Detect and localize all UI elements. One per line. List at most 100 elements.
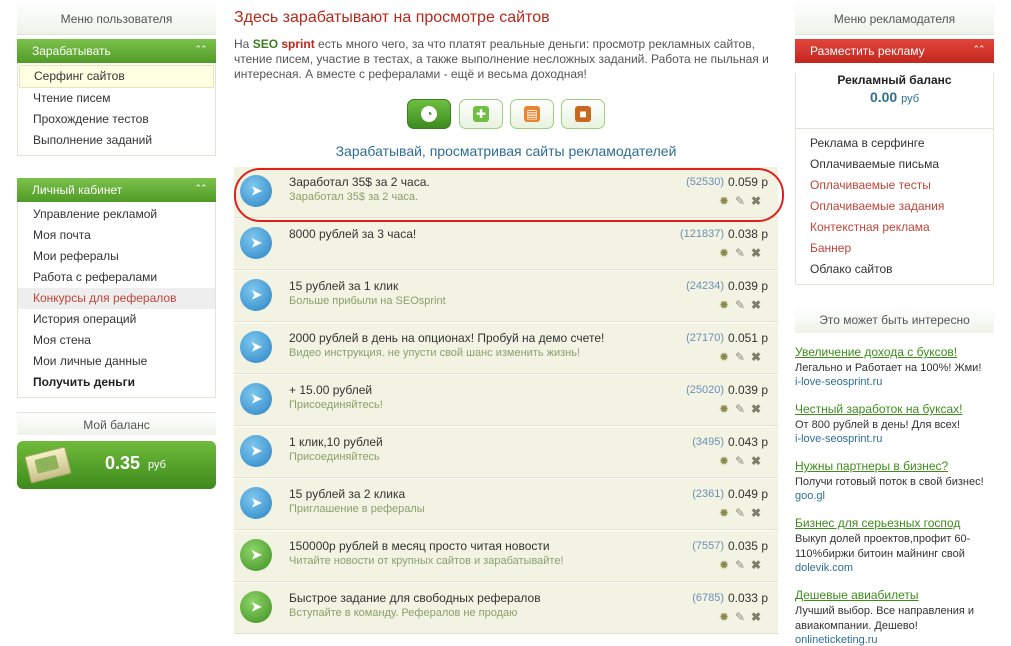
ad-title[interactable]: 8000 рублей за 3 часа!	[289, 227, 416, 241]
collapse-chevron-icon[interactable]: ⌃⌃	[190, 42, 210, 56]
ad-title[interactable]: 15 рублей за 2 клика	[289, 487, 405, 501]
open-site-button[interactable]: ➤	[240, 383, 272, 415]
open-site-button[interactable]: ➤	[240, 279, 272, 311]
gear-icon[interactable]: ✹	[717, 558, 731, 572]
open-site-button[interactable]: ➤	[240, 487, 272, 519]
teaser-url[interactable]: dolevik.com	[795, 562, 994, 574]
ad-price: 0.033 р	[727, 591, 768, 605]
balance-panel[interactable]: 0.35 руб	[17, 441, 216, 489]
menu-item-my-wall[interactable]: Моя стена	[18, 330, 215, 351]
open-site-button[interactable]: ➤	[240, 591, 272, 623]
ad-title[interactable]: 2000 рублей в день на опционах! Пробуй н…	[289, 331, 604, 345]
collapse-chevron-icon[interactable]: ⌃⌃	[190, 181, 210, 195]
menu-item-referral-work[interactable]: Работа с рефералами	[18, 267, 215, 288]
pin-icon[interactable]: ✎	[733, 454, 747, 468]
ad-row: ➤ + 15.00 рублей Присоединяйтесь! (25020) 0.…	[234, 375, 778, 426]
earn-menu-header[interactable]: Зарабатывать ⌃⌃	[17, 39, 216, 63]
ad-title[interactable]: 150000р рублей в месяц просто читая ново…	[289, 539, 550, 553]
pin-icon[interactable]: ✎	[733, 558, 747, 572]
teaser-link[interactable]: Честный заработок на буксах!	[795, 402, 994, 416]
menu-item-context-ads[interactable]: Контекстная реклама	[796, 217, 993, 238]
open-site-button[interactable]: ➤	[240, 331, 272, 363]
ad-title[interactable]: 1 клик,10 рублей	[289, 435, 383, 449]
teaser-url[interactable]: goo.gl	[795, 490, 994, 502]
menu-item-site-cloud[interactable]: Облако сайтов	[796, 259, 993, 280]
menu-item-operation-history[interactable]: История операций	[18, 309, 215, 330]
close-icon[interactable]: ✖	[749, 402, 763, 416]
page-title: Здесь зарабатывают на просмотре сайтов	[234, 9, 550, 26]
ad-price: 0.038 р	[727, 227, 768, 241]
teaser-url[interactable]: i-love-seosprint.ru	[795, 376, 994, 388]
close-icon[interactable]: ✖	[749, 610, 763, 624]
gear-icon[interactable]: ✹	[717, 298, 731, 312]
menu-item-paid-mail[interactable]: Оплачиваемые письма	[796, 154, 993, 175]
menu-item-referral-contests[interactable]: Конкурсы для рефералов	[18, 288, 215, 309]
menu-item-tests[interactable]: Прохождение тестов	[18, 109, 215, 130]
earn-menu-label: Зарабатывать	[32, 44, 111, 58]
teaser-url[interactable]: i-love-seosprint.ru	[795, 433, 994, 445]
close-icon[interactable]: ✖	[749, 298, 763, 312]
gear-icon[interactable]: ✹	[717, 506, 731, 520]
teaser-link[interactable]: Дешевые авиабилеты	[795, 588, 994, 602]
menu-item-tasks[interactable]: Выполнение заданий	[18, 130, 215, 151]
category-tests-button[interactable]: ▤	[510, 99, 554, 129]
ad-description: Читайте новости от крупных сайтов и зара…	[289, 555, 564, 567]
menu-item-read-mail[interactable]: Чтение писем	[18, 88, 215, 109]
close-icon[interactable]: ✖	[749, 506, 763, 520]
menu-item-my-referrals[interactable]: Мои рефералы	[18, 246, 215, 267]
category-tasks-button[interactable]: ■	[561, 99, 605, 129]
ad-price: 0.039 р	[727, 383, 768, 397]
menu-item-surfing[interactable]: Серфинг сайтов	[19, 65, 214, 88]
ad-title[interactable]: + 15.00 рублей	[289, 383, 372, 397]
gear-icon[interactable]: ✹	[717, 246, 731, 260]
close-icon[interactable]: ✖	[749, 454, 763, 468]
pin-icon[interactable]: ✎	[733, 402, 747, 416]
category-mail-button[interactable]: ✚	[459, 99, 503, 129]
menu-item-paid-tasks[interactable]: Оплачиваемые задания	[796, 196, 993, 217]
menu-item-personal-data[interactable]: Мои личные данные	[18, 351, 215, 372]
teaser-url[interactable]: onlineticketing.ru	[795, 634, 994, 646]
menu-item-ad-management[interactable]: Управление рекламой	[18, 204, 215, 225]
pin-icon[interactable]: ✎	[733, 506, 747, 520]
open-site-button[interactable]: ➤	[240, 539, 272, 571]
pin-icon[interactable]: ✎	[733, 246, 747, 260]
teaser-link[interactable]: Нужны партнеры в бизнес?	[795, 459, 994, 473]
ad-balance-currency: руб	[901, 93, 920, 105]
cursor-icon: ➤	[251, 547, 262, 562]
close-icon[interactable]: ✖	[749, 350, 763, 364]
ad-balance-title: Рекламный баланс	[837, 73, 952, 87]
collapse-chevron-icon[interactable]: ⌃⌃	[968, 42, 988, 56]
category-surfing-button[interactable]: ◔	[407, 99, 451, 129]
gear-icon[interactable]: ✹	[717, 610, 731, 624]
open-site-button[interactable]: ➤	[240, 435, 272, 467]
menu-item-my-mail[interactable]: Моя почта	[18, 225, 215, 246]
teaser-link[interactable]: Увеличение дохода с буксов!	[795, 345, 994, 359]
ad-title[interactable]: Быстрое задание для свободных рефералов	[289, 591, 541, 605]
cabinet-menu-header[interactable]: Личный кабинет ⌃⌃	[17, 178, 216, 202]
highlight-annotation	[234, 168, 784, 222]
place-ad-header[interactable]: Разместить рекламу ⌃⌃	[795, 39, 994, 63]
gear-icon[interactable]: ✹	[717, 454, 731, 468]
intro-rest: есть много чего, за что платят реальные …	[234, 37, 769, 81]
gear-icon[interactable]: ✹	[717, 350, 731, 364]
menu-item-banner[interactable]: Баннер	[796, 238, 993, 259]
intro-text: На SEO sprint есть много чего, за что пл…	[234, 37, 774, 82]
gear-icon[interactable]: ✹	[717, 402, 731, 416]
ad-description: Присоединяйтесь	[289, 451, 380, 463]
pin-icon[interactable]: ✎	[733, 350, 747, 364]
menu-item-withdraw[interactable]: Получить деньги	[18, 372, 215, 393]
pin-icon[interactable]: ✎	[733, 298, 747, 312]
teaser-link[interactable]: Бизнес для серьезных господ	[795, 516, 994, 530]
close-icon[interactable]: ✖	[749, 246, 763, 260]
pin-icon[interactable]: ✎	[733, 610, 747, 624]
section-subtitle: Зарабатывай, просматривая сайты рекламод…	[335, 143, 677, 159]
close-icon[interactable]: ✖	[749, 558, 763, 572]
ad-title[interactable]: 15 рублей за 1 клик	[289, 279, 398, 293]
menu-item-surf-ads[interactable]: Реклама в серфинге	[796, 133, 993, 154]
open-site-button[interactable]: ➤	[240, 227, 272, 259]
ad-tools: ✹ ✎ ✖	[715, 558, 767, 572]
cursor-icon: ➤	[251, 599, 262, 614]
ad-tools: ✹ ✎ ✖	[715, 298, 767, 312]
menu-item-paid-tests[interactable]: Оплачиваемые тесты	[796, 175, 993, 196]
ad-view-count: (2361)	[692, 488, 724, 500]
